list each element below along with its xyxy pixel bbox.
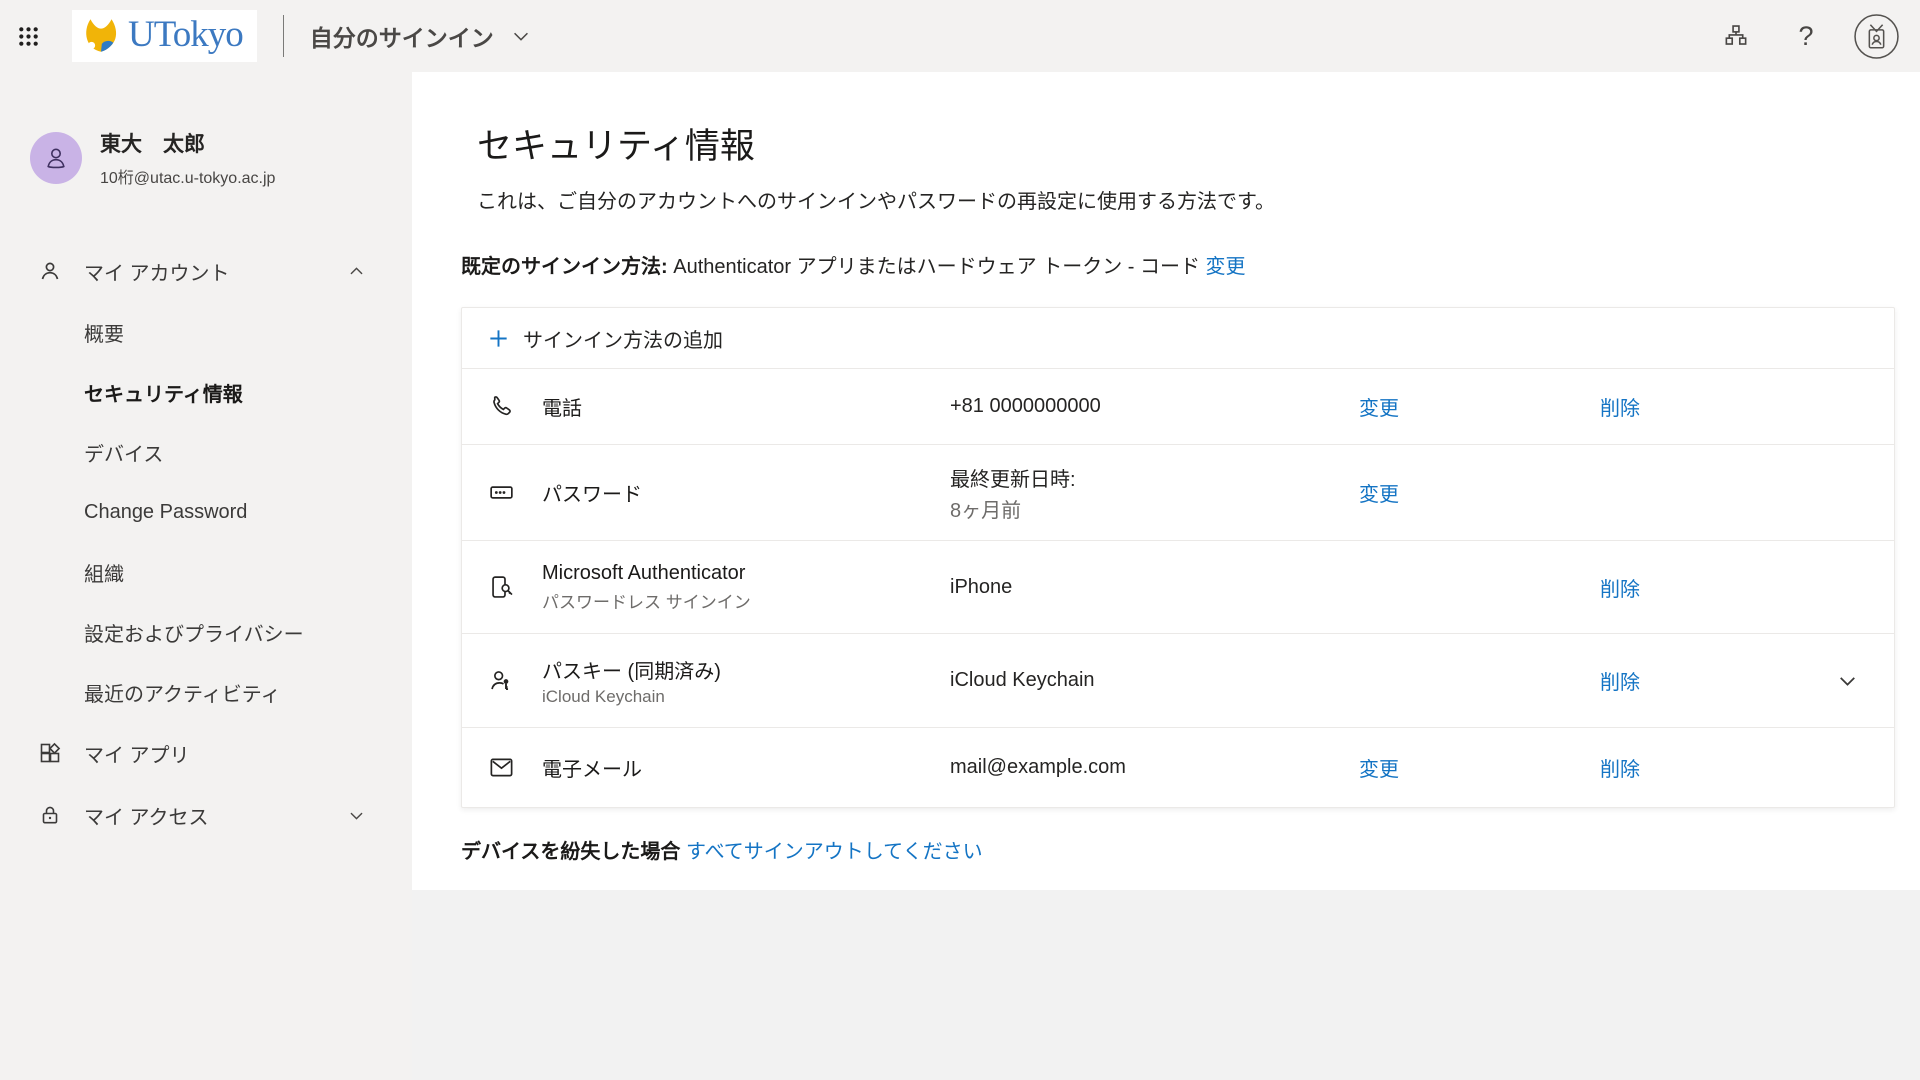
expand-row-button[interactable] [1770, 668, 1894, 693]
authenticator-icon [462, 574, 542, 601]
user-card: 東大 太郎 10桁@utac.u-tokyo.ac.jp [0, 72, 412, 188]
passkey-icon [462, 667, 542, 694]
sidebar-item-my-account[interactable]: マイ アカウント [0, 240, 412, 302]
header-divider [283, 15, 284, 57]
method-name: パスワード [542, 478, 950, 507]
method-name: Microsoft Authenticator [542, 562, 950, 585]
account-badge-icon [1853, 13, 1900, 60]
add-sign-in-method-button[interactable]: サインイン方法の追加 [462, 308, 1894, 368]
method-row-password: パスワード 最終更新日時: 8ヶ月前 変更 [462, 444, 1894, 540]
default-method-value: Authenticator アプリまたはハードウェア トークン - コード [673, 256, 1200, 278]
method-name: 電話 [542, 392, 950, 421]
person-icon [38, 259, 62, 283]
method-row-phone: 電話 +81 0000000000 変更 削除 [462, 368, 1894, 444]
sidebar: 東大 太郎 10桁@utac.u-tokyo.ac.jp マイ アカウント 概要 [0, 72, 412, 1080]
method-subname: パスワードレス サインイン [542, 588, 950, 613]
chevron-down-icon [1835, 668, 1860, 693]
lock-icon [38, 803, 62, 827]
user-name: 東大 太郎 [100, 128, 275, 158]
method-subname: iCloud Keychain [542, 687, 950, 707]
email-icon [462, 754, 542, 781]
sidebar-item-devices[interactable]: デバイス [0, 422, 412, 482]
chevron-up-icon [347, 262, 366, 281]
delete-link[interactable]: 削除 [1600, 753, 1770, 782]
method-row-email: 電子メール mail@example.com 変更 削除 [462, 727, 1894, 807]
signin-methods-card: サインイン方法の追加 電話 +81 0000000000 変更 削除 [461, 307, 1895, 808]
page-subtitle: これは、ご自分のアカウントへのサインインやパスワードの再設定に使用する方法です。 [477, 185, 1895, 214]
plus-icon [487, 327, 510, 350]
sidebar-item-security-info[interactable]: セキュリティ情報 [0, 362, 412, 422]
user-email: 10桁@utac.u-tokyo.ac.jp [100, 164, 275, 188]
person-avatar-icon [41, 143, 71, 173]
page-title: セキュリティ情報 [477, 118, 1895, 169]
header-actions: ? [1708, 8, 1920, 64]
chevron-down-icon [347, 806, 366, 825]
app-launcher-icon [17, 25, 40, 48]
utokyo-logo[interactable]: UTokyo [72, 10, 257, 62]
sidebar-nav: マイ アカウント 概要 セキュリティ情報 デバイス Change Passwor… [0, 240, 412, 846]
sidebar-item-organizations[interactable]: 組織 [0, 542, 412, 602]
delete-link[interactable]: 削除 [1600, 573, 1770, 602]
sidebar-item-overview[interactable]: 概要 [0, 302, 412, 362]
user-identity: 東大 太郎 10桁@utac.u-tokyo.ac.jp [100, 128, 275, 188]
sign-out-everywhere-link[interactable]: すべてサインアウトしてください [686, 841, 983, 863]
phone-icon [462, 393, 542, 420]
add-method-label: サインイン方法の追加 [523, 324, 723, 353]
utokyo-logo-text: UTokyo [128, 16, 243, 57]
chevron-down-icon [510, 25, 532, 47]
change-link[interactable]: 変更 [1359, 392, 1600, 421]
ginkgo-logo-icon [80, 15, 122, 57]
method-detail: iPhone [950, 576, 1359, 599]
avatar [30, 132, 82, 184]
sidebar-item-label: マイ アプリ [84, 739, 190, 768]
method-detail: 最終更新日時: 8ヶ月前 [950, 463, 1359, 523]
method-name: パスキー (同期済み) [542, 655, 950, 684]
sidebar-item-my-access[interactable]: マイ アクセス [0, 784, 412, 846]
org-switcher-button[interactable] [1708, 8, 1764, 64]
sidebar-item-label: マイ アクセス [84, 801, 209, 830]
delete-link[interactable]: 削除 [1600, 666, 1770, 695]
lost-device-line: デバイスを紛失した場合 すべてサインアウトしてください [461, 835, 1895, 864]
change-link[interactable]: 変更 [1359, 753, 1600, 782]
method-name-block: Microsoft Authenticator パスワードレス サインイン [542, 562, 950, 613]
app-switcher[interactable]: 自分のサインイン [310, 19, 532, 53]
help-icon: ? [1798, 21, 1813, 52]
change-link[interactable]: 変更 [1359, 478, 1600, 507]
delete-link[interactable]: 削除 [1600, 392, 1770, 421]
main-content: セキュリティ情報 これは、ご自分のアカウントへのサインインやパスワードの再設定に… [412, 72, 1920, 890]
apps-icon [38, 741, 62, 765]
sidebar-item-my-apps[interactable]: マイ アプリ [0, 722, 412, 784]
default-method-label: 既定のサインイン方法: [461, 256, 668, 278]
app-launcher-button[interactable] [0, 0, 56, 72]
sitemap-icon [1723, 23, 1749, 49]
method-name-block: パスキー (同期済み) iCloud Keychain [542, 655, 950, 707]
sidebar-item-change-password[interactable]: Change Password [0, 482, 412, 542]
sidebar-item-recent-activity[interactable]: 最近のアクティビティ [0, 662, 412, 722]
sidebar-item-label: マイ アカウント [84, 257, 230, 286]
default-signin-method-line: 既定のサインイン方法: Authenticator アプリまたはハードウェア ト… [461, 250, 1895, 279]
method-detail: iCloud Keychain [950, 669, 1359, 692]
account-button[interactable] [1848, 8, 1904, 64]
method-name: 電子メール [542, 753, 950, 782]
sidebar-item-settings-privacy[interactable]: 設定およびプライバシー [0, 602, 412, 662]
top-header-bar: UTokyo 自分のサインイン ? [0, 0, 1920, 72]
method-detail: +81 0000000000 [950, 395, 1359, 418]
default-method-change-link[interactable]: 変更 [1206, 256, 1246, 278]
app-title: 自分のサインイン [310, 19, 494, 53]
method-row-passkey: パスキー (同期済み) iCloud Keychain iCloud Keych… [462, 633, 1894, 727]
help-button[interactable]: ? [1778, 8, 1834, 64]
method-detail: mail@example.com [950, 756, 1359, 779]
lost-device-label: デバイスを紛失した場合 [461, 841, 680, 863]
method-row-authenticator: Microsoft Authenticator パスワードレス サインイン iP… [462, 540, 1894, 633]
password-icon [462, 479, 542, 506]
